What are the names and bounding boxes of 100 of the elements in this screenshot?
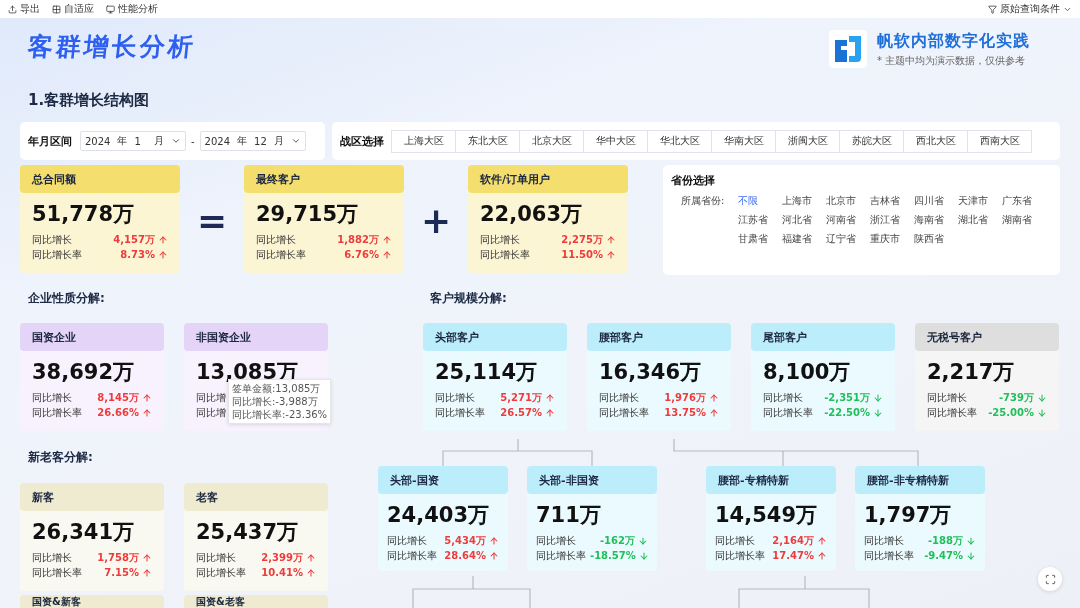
stat-value: -18.57% [590,550,636,561]
stat-value: 2,164万 [772,533,814,548]
region-option[interactable]: 华南大区 [711,129,776,153]
region-option[interactable]: 苏皖大区 [839,129,904,153]
arrow-up-icon [142,552,152,563]
metric-value: 26,341万 [32,519,136,546]
demo-note: * 主题中均为演示数据，仅供参考 [877,53,1027,68]
stat-value: 17.47% [772,550,814,561]
section-heading: 新老客分解: [27,449,94,466]
province-option[interactable]: 河南省 [826,213,870,227]
stat-label: 同比增长率 [435,405,485,420]
region-option[interactable]: 东北大区 [455,129,520,153]
query-conditions-button[interactable]: 原始查询条件 [988,2,1072,16]
stat-value: 26.57% [500,407,542,418]
metric-value: 25,437万 [196,519,300,546]
stat-value: 7.15% [104,567,139,578]
arrow-up-icon [606,234,616,245]
toolbar-button[interactable]: 性能分析 [106,2,158,16]
card-title: 国资企业 [20,323,164,351]
province-option[interactable]: 河北省 [782,213,826,227]
arrow-up-icon [142,392,152,403]
province-option[interactable]: 浙江省 [870,213,914,227]
province-option[interactable]: 海南省 [914,213,958,227]
stat-value: 2,275万 [561,232,603,247]
stat-value: 1,976万 [664,390,706,405]
metric-value: 2,217万 [927,359,1016,386]
export-icon [8,4,17,14]
arrow-up-icon [306,567,316,578]
stat-label: 同比增长率 [536,548,586,563]
fullscreen-button[interactable] [1038,567,1062,591]
card-title: 软件/订单用户 [468,165,628,193]
card-title: 最终客户 [244,165,404,193]
arrow-up-icon [817,550,827,561]
province-option[interactable]: 上海市 [782,194,826,208]
stat-value: 13.75% [664,407,706,418]
arrow-down-icon [1037,407,1047,418]
month-select[interactable]: 2024 年 12 月 [199,131,306,151]
province-option[interactable]: 湖北省 [958,213,1002,227]
stat-label: 同比增长率 [715,548,765,563]
province-option[interactable]: 辽宁省 [826,232,870,246]
province-option[interactable]: 广东省 [1002,194,1046,208]
chevron-down-icon [290,136,301,146]
arrow-up-icon [545,407,555,418]
operator-symbol: = [195,200,229,241]
card-title: 头部-国资 [378,466,508,494]
operator-symbol: + [419,200,453,241]
arrow-up-icon [142,567,152,578]
province-option[interactable]: 重庆市 [870,232,914,246]
province-option[interactable]: 陕西省 [914,232,958,246]
stat-value: 26.66% [97,407,139,418]
stat-label: 同比增长率 [32,247,82,262]
province-option[interactable]: 江苏省 [738,213,782,227]
card-title: 腰部-非专精特新 [855,466,985,494]
card-title: 无税号客户 [915,323,1059,351]
filter-label: 战区选择 [340,133,384,149]
province-option[interactable]: 四川省 [914,194,958,208]
arrow-down-icon [638,550,649,561]
region-option[interactable]: 华北大区 [647,129,712,153]
card-title: 新客 [20,483,164,511]
range-separator: - [191,135,195,147]
metric-value: 51,778万 [32,201,136,228]
province-option[interactable]: 不限 [738,194,782,208]
arrow-down-icon [966,550,976,561]
province-option[interactable]: 天津市 [958,194,1002,208]
toolbar-button[interactable]: 自适应 [52,2,94,16]
stat-label: 同比增长率 [927,405,977,420]
region-option[interactable]: 浙闽大区 [775,129,840,153]
region-option[interactable]: 上海大区 [391,129,456,153]
arrow-up-icon [158,249,168,260]
stat-value: 5,271万 [500,390,542,405]
region-option[interactable]: 华中大区 [583,129,648,153]
stat-value: 6.76% [344,249,379,260]
card-title: 腰部客户 [587,323,731,351]
stat-label: 同比增长 [480,232,520,247]
arrow-up-icon [606,249,616,260]
stat-label: 同比增长率 [32,405,82,420]
region-option[interactable]: 西南大区 [967,129,1032,153]
province-option[interactable]: 福建省 [782,232,826,246]
province-option[interactable]: 吉林省 [870,194,914,208]
grid-icon [52,4,61,14]
province-option[interactable]: 湖南省 [1002,213,1046,227]
arrow-up-icon [142,407,152,418]
region-option[interactable]: 西北大区 [903,129,968,153]
province-option[interactable]: 北京市 [826,194,870,208]
metric-value: 8,100万 [763,359,852,386]
stat-label: 同比增长率 [256,247,306,262]
stat-label: 同比增长 [387,533,427,548]
stat-label: 同比增长 [864,533,904,548]
stat-value: -162万 [599,533,635,548]
province-option[interactable]: 甘肃省 [738,232,782,246]
stat-label: 同比增长 [32,232,72,247]
filter-title: 省份选择 [671,173,716,188]
month-select[interactable]: 2024 年 1 月 [80,131,186,151]
stat-value: -22.50% [824,407,870,418]
region-option[interactable]: 北京大区 [519,129,584,153]
metric-value: 711万 [536,502,602,529]
toolbar-button[interactable]: 导出 [8,2,40,16]
chevron-down-icon [171,136,181,146]
stat-value: 5,434万 [444,533,486,548]
card-title: 非国资企业 [184,323,328,351]
